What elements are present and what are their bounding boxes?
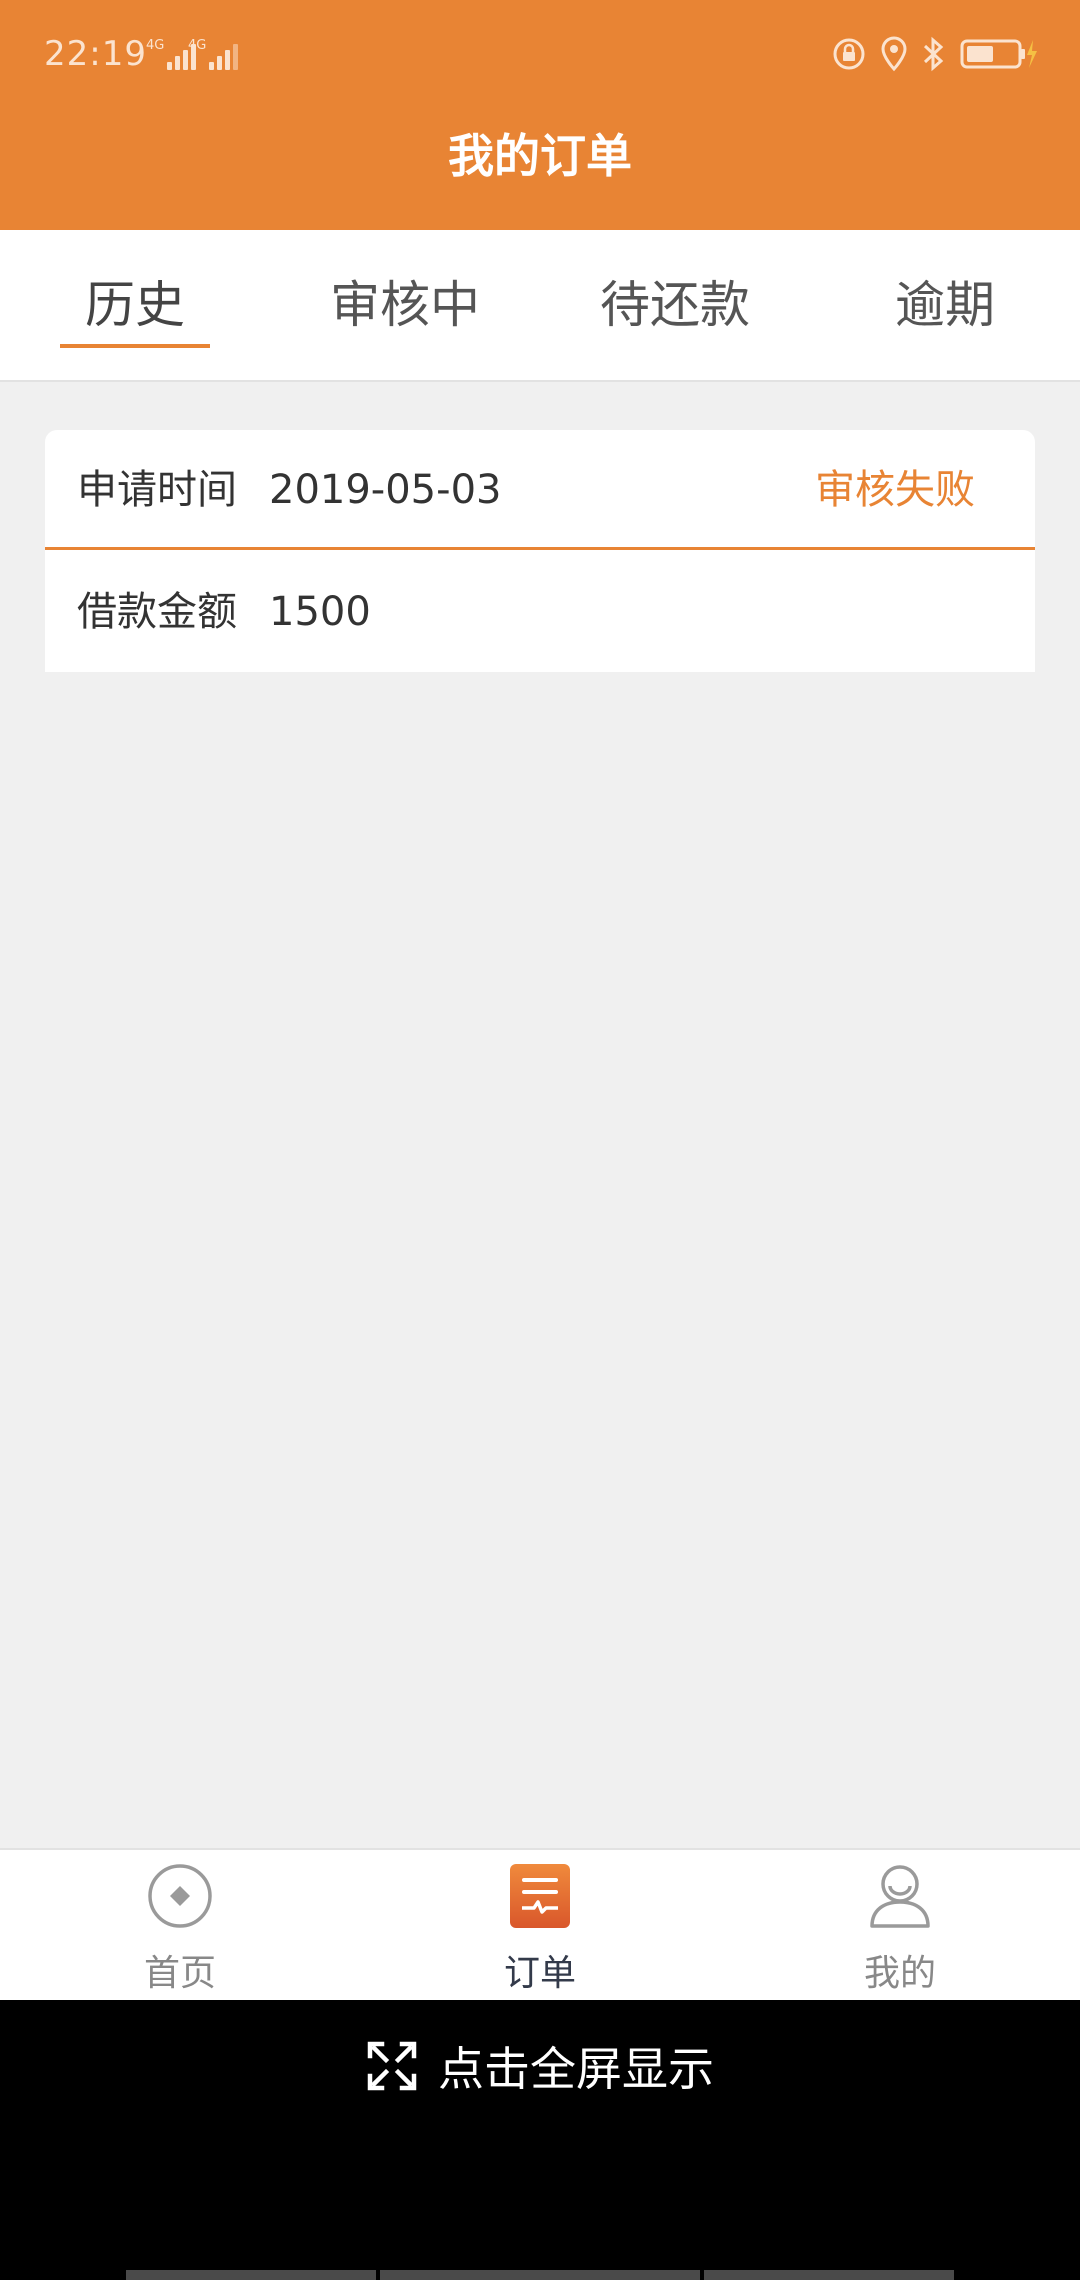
tab-history[interactable]: 历史: [0, 230, 270, 380]
app-header: 22:19 4G 4G 我的订单: [0, 0, 1080, 230]
nav-orders[interactable]: 订单: [360, 1850, 720, 2000]
apply-time-label: 申请时间: [77, 467, 237, 513]
location-icon: [881, 36, 907, 72]
bluetooth-icon: [923, 36, 944, 72]
battery-charging-icon: [960, 39, 1037, 69]
fullscreen-button[interactable]: 点击全屏显示: [0, 2036, 1080, 2096]
tab-pending-repayment[interactable]: 待还款: [540, 230, 810, 380]
rotation-lock-icon: [833, 38, 865, 70]
profile-icon: [870, 1865, 930, 1928]
tab-under-review[interactable]: 审核中: [270, 230, 540, 380]
status-icons: [832, 32, 1038, 76]
gesture-bar-left: [126, 2270, 376, 2280]
tab-overdue[interactable]: 逾期: [810, 230, 1080, 380]
page-title: 我的订单: [448, 129, 632, 183]
nav-home-label: 首页: [143, 1953, 216, 1994]
expand-icon: [367, 2041, 417, 2091]
gesture-bar-center: [380, 2270, 700, 2280]
order-status: 审核失败: [815, 467, 975, 513]
order-amount-row: 借款金额 1500: [45, 552, 1035, 672]
loan-amount-label: 借款金额: [77, 589, 237, 635]
order-card[interactable]: 申请时间 2019-05-03 审核失败 借款金额 1500: [45, 430, 1035, 672]
bottom-navigation: 首页 订单 我的: [0, 1848, 1080, 2000]
order-icon: [510, 1864, 570, 1928]
fullscreen-label: 点击全屏显示: [438, 2042, 714, 2096]
status-time: 22:19: [44, 34, 147, 74]
nav-home[interactable]: 首页: [0, 1850, 360, 2000]
nav-profile[interactable]: 我的: [720, 1850, 1080, 2000]
apply-time-value: 2019-05-03: [269, 467, 502, 513]
gesture-bar-right: [704, 2270, 954, 2280]
nav-orders-label: 订单: [503, 1953, 576, 1994]
nav-profile-label: 我的: [863, 1953, 936, 1994]
order-tabs: 历史 审核中 待还款 逾期: [0, 230, 1080, 382]
loan-amount-value: 1500: [269, 589, 371, 635]
system-bottom-area: 点击全屏显示: [0, 2000, 1080, 2280]
active-tab-indicator: [60, 344, 210, 348]
signal-strength-2-icon: 4G: [188, 38, 241, 70]
home-icon: [148, 1864, 212, 1928]
order-apply-row: 申请时间 2019-05-03 审核失败: [45, 430, 1035, 550]
